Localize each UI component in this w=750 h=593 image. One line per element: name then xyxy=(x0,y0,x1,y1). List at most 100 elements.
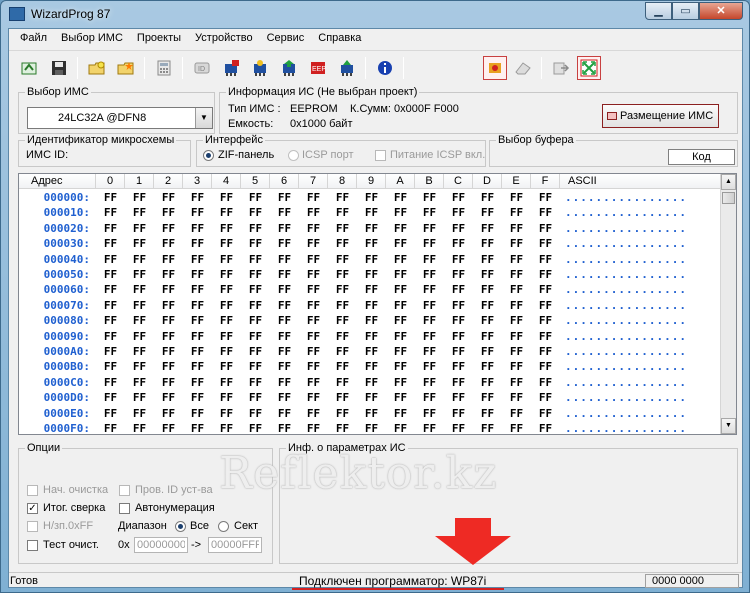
hex-cell[interactable]: FF xyxy=(386,267,415,283)
hex-cell[interactable]: FF xyxy=(357,205,386,221)
hex-cell[interactable]: FF xyxy=(473,313,502,329)
test-erase-checkbox[interactable] xyxy=(27,540,38,551)
hex-cell[interactable]: FF xyxy=(357,390,386,406)
ascii-cell[interactable]: ................ xyxy=(565,313,715,329)
hex-cell[interactable]: FF xyxy=(241,421,270,434)
hex-cell[interactable]: FF xyxy=(328,205,357,221)
hex-cell[interactable]: FF xyxy=(473,221,502,237)
title-bar[interactable]: WizardProg 87 ▁ ▭ ✕ xyxy=(1,1,749,28)
hex-cell[interactable]: FF xyxy=(386,298,415,314)
menu-chip-select[interactable]: Выбор ИМС xyxy=(54,29,130,49)
hex-grid[interactable]: Адрес 0123456789ABCDEF ASCII 000000: FF FF… xyxy=(18,173,737,435)
hex-cell[interactable]: FF xyxy=(154,313,183,329)
hex-cell[interactable]: FF xyxy=(212,390,241,406)
hex-cell[interactable]: FF xyxy=(299,252,328,268)
hex-cell[interactable]: FF xyxy=(473,236,502,252)
hex-cell[interactable]: FF xyxy=(386,313,415,329)
hex-cell[interactable]: FF xyxy=(212,359,241,375)
hex-cell[interactable]: FF xyxy=(96,236,125,252)
hex-cell[interactable]: FF xyxy=(96,282,125,298)
table-row[interactable]: 0000A0: FF FF FF FF FF FF FF FF FF FF FF FF FF FF FF FF.… xyxy=(19,344,721,360)
minimize-button[interactable]: ▁ xyxy=(645,2,672,20)
hex-cell[interactable]: FF xyxy=(212,267,241,283)
hex-cell[interactable]: FF xyxy=(531,329,560,345)
hex-cell[interactable]: FF xyxy=(444,267,473,283)
hex-cell[interactable]: FF xyxy=(183,329,212,345)
hex-cell[interactable]: FF xyxy=(386,252,415,268)
hex-cell[interactable]: FF xyxy=(531,221,560,237)
chip-placement-button[interactable]: Размещение ИМС xyxy=(602,104,719,128)
hex-cell[interactable]: FF xyxy=(357,344,386,360)
hex-cell[interactable]: FF xyxy=(531,252,560,268)
hex-cell[interactable]: FF xyxy=(241,221,270,237)
range-all-radio[interactable] xyxy=(175,521,186,532)
hex-cell[interactable]: FF xyxy=(415,313,444,329)
hex-cell[interactable]: FF xyxy=(386,344,415,360)
hex-cell[interactable]: FF xyxy=(299,406,328,422)
hex-cell[interactable]: FF xyxy=(502,221,531,237)
hex-cell[interactable]: FF xyxy=(473,190,502,206)
close-button[interactable]: ✕ xyxy=(699,2,743,20)
hex-cell[interactable]: FF xyxy=(415,190,444,206)
hex-cell[interactable]: FF xyxy=(154,236,183,252)
hex-cell[interactable]: FF xyxy=(357,298,386,314)
hex-cell[interactable]: FF xyxy=(241,267,270,283)
hex-cell[interactable]: FF xyxy=(357,190,386,206)
table-row[interactable]: 0000D0: FF FF FF FF FF FF FF FF FF FF FF FF FF FF FF FF.… xyxy=(19,390,721,406)
hex-cell[interactable]: FF xyxy=(531,406,560,422)
hex-cell[interactable]: FF xyxy=(96,190,125,206)
hex-cell[interactable]: FF xyxy=(328,282,357,298)
hex-cell[interactable]: FF xyxy=(473,375,502,391)
hex-cell[interactable]: FF xyxy=(125,298,154,314)
hex-cell[interactable]: FF xyxy=(270,282,299,298)
hex-cell[interactable]: FF xyxy=(212,236,241,252)
hex-cell[interactable]: FF xyxy=(154,267,183,283)
hex-cell[interactable]: FF xyxy=(444,236,473,252)
hex-cell[interactable]: FF xyxy=(270,267,299,283)
table-row[interactable]: 0000F0: FF FF FF FF FF FF FF FF FF FF FF FF FF FF FF FF.… xyxy=(19,421,721,434)
hex-cell[interactable]: FF xyxy=(270,205,299,221)
fit-screen-icon[interactable] xyxy=(577,56,601,80)
hex-cell[interactable]: FF xyxy=(125,221,154,237)
ascii-cell[interactable]: ................ xyxy=(565,282,715,298)
hex-cell[interactable]: FF xyxy=(386,406,415,422)
ascii-cell[interactable]: ................ xyxy=(565,359,715,375)
hex-cell[interactable]: FF xyxy=(299,190,328,206)
maximize-button[interactable]: ▭ xyxy=(672,2,699,20)
table-row[interactable]: 000010: FF FF FF FF FF FF FF FF FF FF FF FF FF FF FF FF.… xyxy=(19,205,721,221)
hex-cell[interactable]: FF xyxy=(531,344,560,360)
chip-id-icon[interactable]: ID xyxy=(190,56,214,80)
hex-cell[interactable]: FF xyxy=(183,421,212,434)
ascii-cell[interactable]: ................ xyxy=(565,375,715,391)
hex-cell[interactable]: FF xyxy=(270,375,299,391)
hex-cell[interactable]: FF xyxy=(502,298,531,314)
hex-cell[interactable]: FF xyxy=(270,252,299,268)
hex-cell[interactable]: FF xyxy=(154,282,183,298)
hex-cell[interactable]: FF xyxy=(212,298,241,314)
hex-cell[interactable]: FF xyxy=(444,329,473,345)
hex-cell[interactable]: FF xyxy=(328,267,357,283)
hex-cell[interactable]: FF xyxy=(212,329,241,345)
folder-open-icon[interactable] xyxy=(85,56,109,80)
hex-cell[interactable]: FF xyxy=(502,406,531,422)
menu-projects[interactable]: Проекты xyxy=(130,29,188,49)
hex-cell[interactable]: FF xyxy=(212,313,241,329)
hex-cell[interactable]: FF xyxy=(531,359,560,375)
hex-cell[interactable]: FF xyxy=(357,221,386,237)
hex-cell[interactable]: FF xyxy=(212,282,241,298)
hex-cell[interactable]: FF xyxy=(531,313,560,329)
range-sector-radio[interactable] xyxy=(218,521,229,532)
hex-cell[interactable]: FF xyxy=(531,298,560,314)
hex-cell[interactable]: FF xyxy=(502,329,531,345)
check-id-checkbox[interactable] xyxy=(119,485,130,496)
hex-cell[interactable]: FF xyxy=(183,375,212,391)
hex-cell[interactable]: FF xyxy=(415,236,444,252)
hex-cell[interactable]: FF xyxy=(328,421,357,434)
hex-cell[interactable]: FF xyxy=(502,282,531,298)
hex-cell[interactable]: FF xyxy=(299,329,328,345)
hex-cell[interactable]: FF xyxy=(357,329,386,345)
hex-cell[interactable]: FF xyxy=(386,236,415,252)
table-row[interactable]: 000060: FF FF FF FF FF FF FF FF FF FF FF FF FF FF FF FF.… xyxy=(19,282,721,298)
hex-cell[interactable]: FF xyxy=(415,205,444,221)
chip-erase-icon[interactable] xyxy=(335,56,359,80)
